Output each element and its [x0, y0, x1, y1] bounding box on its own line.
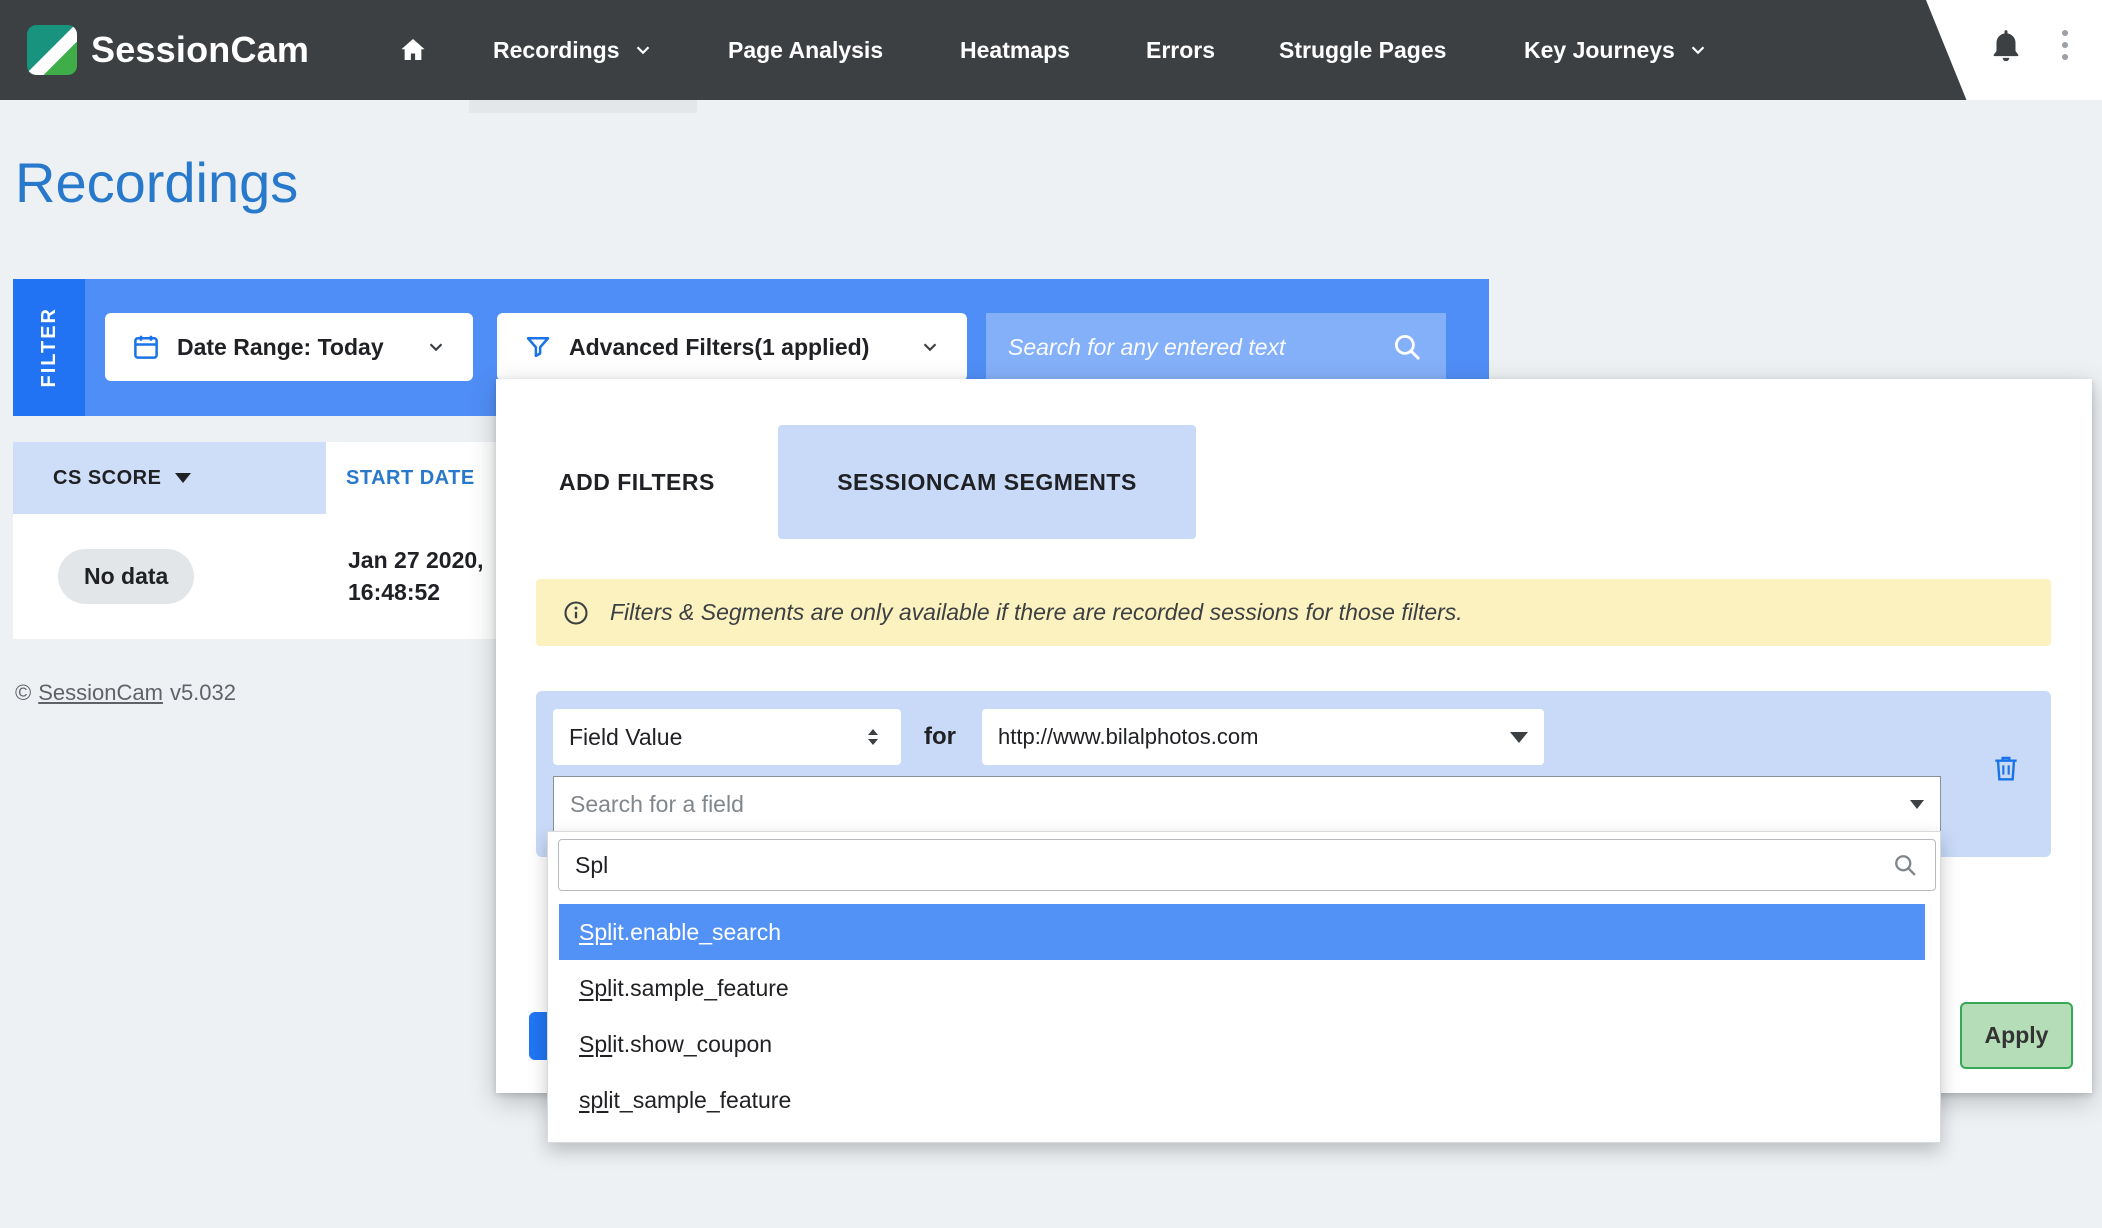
trash-icon: [1990, 752, 2022, 784]
text-search-box: [986, 313, 1446, 381]
start-date-value: Jan 27 2020, 16:48:52: [348, 544, 484, 608]
date-range-button[interactable]: Date Range: Today: [105, 313, 473, 381]
field-combobox[interactable]: Search for a field: [553, 776, 1941, 833]
brand-logo[interactable]: SessionCam: [27, 0, 309, 100]
nav-item-recordings[interactable]: Recordings: [493, 0, 654, 100]
cs-score-label: CS SCORE: [53, 467, 161, 490]
footer: © SessionCam v5.032: [15, 680, 236, 706]
chevron-down-icon: [632, 39, 654, 61]
nav-home[interactable]: [396, 0, 430, 100]
site-value: http://www.bilalphotos.com: [998, 724, 1258, 750]
nav-item-key-journeys[interactable]: Key Journeys: [1524, 0, 1709, 100]
home-icon: [396, 33, 430, 67]
advanced-filters-panel: ADD FILTERS SESSIONCAM SEGMENTS Filters …: [496, 379, 2092, 1093]
page-title: Recordings: [15, 150, 298, 215]
segments-notice-banner: Filters & Segments are only available if…: [536, 579, 2051, 646]
notice-text: Filters & Segments are only available if…: [610, 599, 1463, 626]
nav-item-label: Heatmaps: [960, 37, 1070, 64]
chevron-down-icon: [919, 336, 941, 358]
tab-sessioncam-segments[interactable]: SESSIONCAM SEGMENTS: [778, 425, 1196, 539]
for-label: for: [924, 709, 956, 765]
nav-item-label: Struggle Pages: [1279, 37, 1446, 64]
recordings-table-header: CS SCORE START DATE: [13, 442, 496, 514]
tab-add-filters[interactable]: ADD FILTERS: [559, 425, 715, 539]
field-type-select[interactable]: Field Value: [553, 709, 901, 765]
apply-button[interactable]: Apply: [1960, 1002, 2073, 1069]
field-options-list: Split.enable_search Split.sample_feature…: [548, 904, 1940, 1128]
top-nav: SessionCam Recordings Page Analysis Heat…: [0, 0, 2102, 100]
version-label: v5.032: [170, 680, 236, 706]
chevron-down-icon: [425, 336, 447, 358]
advanced-filters-label: Advanced Filters(1 applied): [569, 334, 869, 361]
field-option-split-sample-feature[interactable]: Split.sample_feature: [548, 960, 1940, 1016]
sort-updown-icon: [861, 725, 885, 749]
column-header-start-date[interactable]: START DATE: [326, 442, 496, 514]
delete-filter-button[interactable]: [1990, 752, 2022, 784]
column-header-cs-score[interactable]: CS SCORE: [13, 442, 326, 514]
bell-icon: [1986, 26, 2026, 66]
sessioncam-app: SessionCam Recordings Page Analysis Heat…: [0, 0, 2102, 1228]
advanced-filters-button[interactable]: Advanced Filters(1 applied): [497, 313, 967, 381]
nav-item-label: Errors: [1146, 37, 1215, 64]
notifications-button[interactable]: [1986, 26, 2026, 66]
nav-item-struggle-pages[interactable]: Struggle Pages: [1279, 0, 1446, 100]
brand-name: SessionCam: [91, 29, 309, 71]
dropdown-caret-icon: [1910, 800, 1924, 809]
filter-collapse-tab[interactable]: FILTER: [13, 279, 85, 416]
field-type-value: Field Value: [569, 724, 682, 751]
field-search-input[interactable]: [575, 852, 1879, 879]
cs-score-badge: No data: [58, 549, 194, 604]
nav-item-label: Recordings: [493, 37, 620, 64]
date-range-label: Date Range: Today: [177, 334, 384, 361]
field-combobox-placeholder: Search for a field: [570, 791, 744, 818]
text-search-input[interactable]: [1008, 334, 1390, 361]
nav-item-errors[interactable]: Errors: [1146, 0, 1215, 100]
table-row[interactable]: No data Jan 27 2020, 16:48:52: [13, 514, 496, 639]
calendar-icon: [131, 332, 161, 362]
funnel-icon: [523, 332, 553, 362]
info-icon: [562, 599, 590, 627]
copyright-symbol: ©: [15, 680, 31, 706]
field-search-box: [558, 839, 1936, 891]
nav-item-label: Key Journeys: [1524, 37, 1675, 64]
field-option-split-sample-feature-underscore[interactable]: split_sample_feature: [548, 1072, 1940, 1128]
nav-item-page-analysis[interactable]: Page Analysis: [728, 0, 883, 100]
kebab-menu-icon[interactable]: [2062, 30, 2068, 60]
sort-desc-icon: [175, 473, 191, 483]
field-option-split-enable-search[interactable]: Split.enable_search: [559, 904, 1925, 960]
nav-active-indicator: [469, 100, 697, 113]
field-option-split-show-coupon[interactable]: Split.show_coupon: [548, 1016, 1940, 1072]
site-select[interactable]: http://www.bilalphotos.com: [982, 709, 1544, 765]
search-icon[interactable]: [1390, 330, 1424, 364]
nav-item-label: Page Analysis: [728, 37, 883, 64]
nav-item-heatmaps[interactable]: Heatmaps: [960, 0, 1070, 100]
chevron-down-icon: [1687, 39, 1709, 61]
start-date-label: START DATE: [346, 467, 475, 490]
search-icon: [1891, 851, 1919, 879]
footer-brand-link[interactable]: SessionCam: [38, 680, 163, 706]
filter-tab-label: FILTER: [38, 307, 61, 388]
sessioncam-logo-icon: [27, 25, 77, 75]
dropdown-caret-icon: [1510, 732, 1528, 743]
field-search-popup: Split.enable_search Split.sample_feature…: [547, 831, 1941, 1143]
